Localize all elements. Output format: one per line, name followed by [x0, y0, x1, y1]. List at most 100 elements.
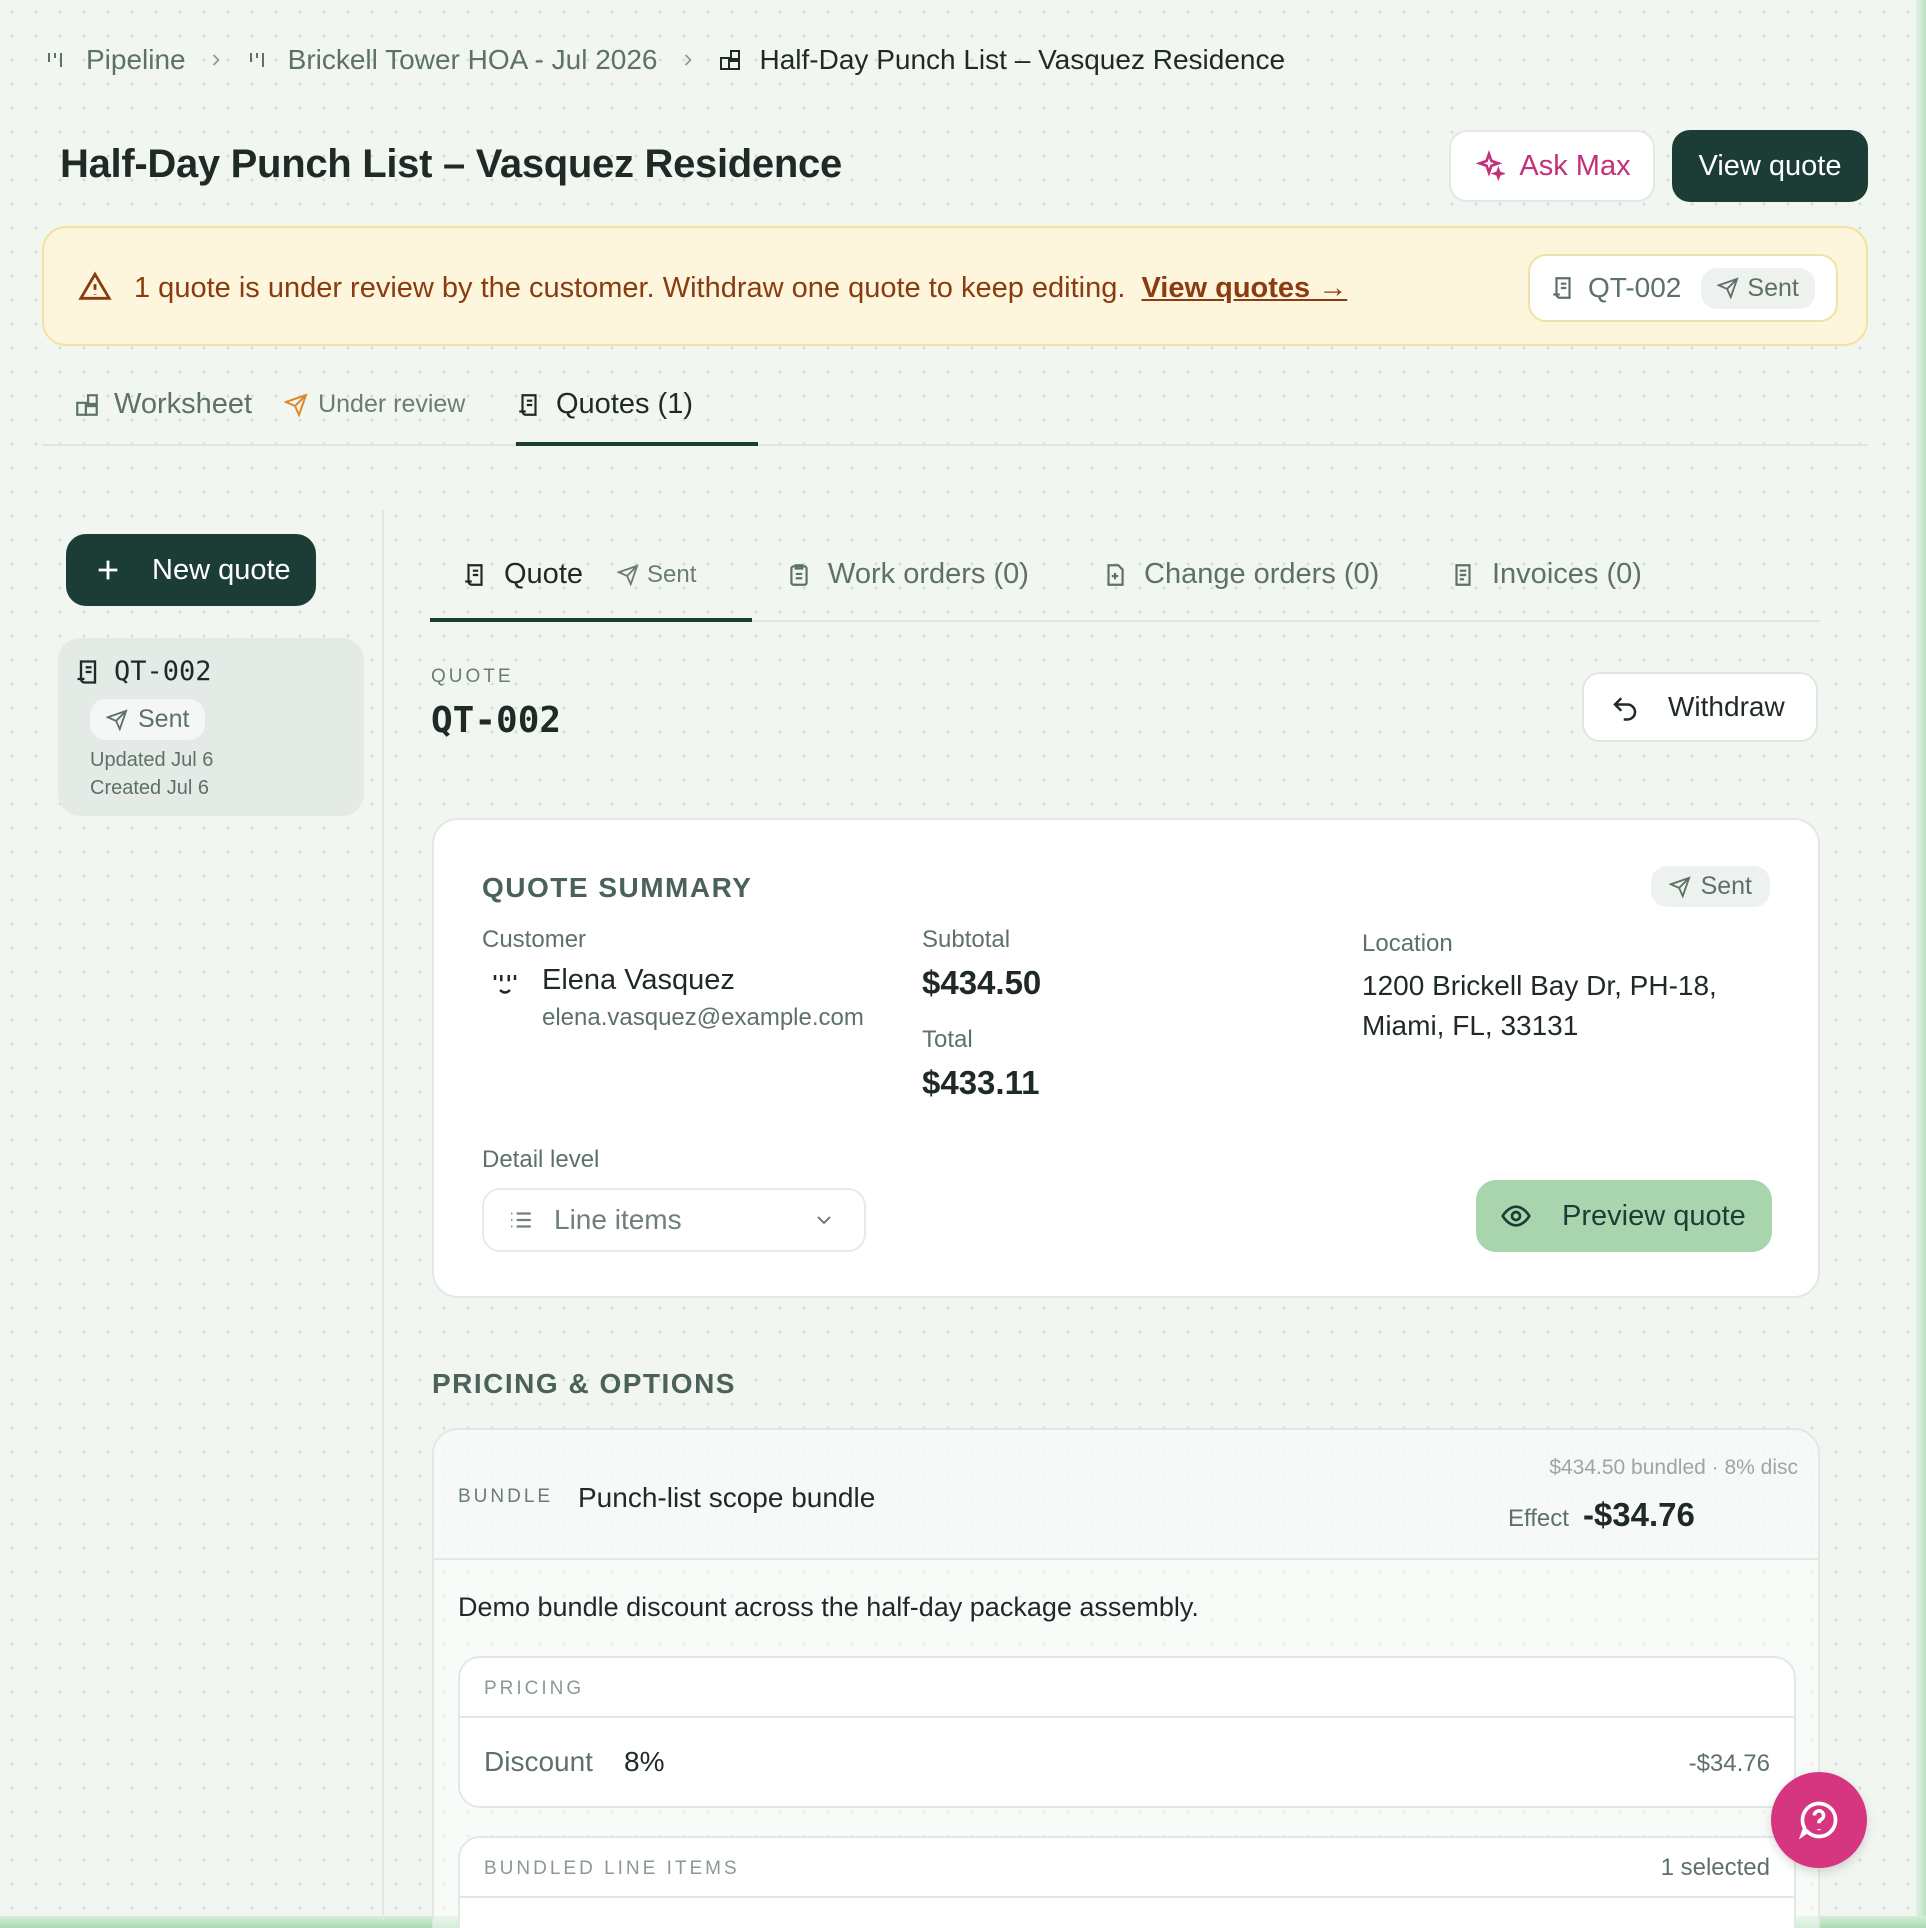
tab-quotes[interactable]: Quotes (1) — [516, 388, 693, 421]
tab-worksheet-label: Worksheet — [114, 388, 253, 420]
detail-level-select[interactable]: Line items — [482, 1188, 866, 1252]
customer-label: Customer — [482, 926, 587, 953]
layout-grid-icon — [76, 393, 98, 416]
banner-text: 1 quote is under review by the customer.… — [134, 272, 1126, 304]
breadcrumb-pipeline[interactable]: Pipeline — [44, 44, 186, 76]
tab-invoices-label: Invoices (0) — [1492, 558, 1642, 590]
new-quote-button[interactable]: New quote — [66, 534, 316, 606]
breadcrumb-label: Pipeline — [86, 44, 186, 75]
review-banner: 1 quote is under review by the customer.… — [42, 226, 1868, 346]
pricing-panel-header: PRICING — [460, 1658, 1794, 1718]
quote-card-updated: Updated Jul 6 — [90, 749, 214, 771]
send-icon — [284, 392, 308, 417]
clipboard-icon — [790, 563, 808, 586]
status-badge: Sent — [90, 699, 206, 740]
eye-icon — [1501, 1205, 1531, 1227]
status-label: Sent — [1700, 872, 1752, 900]
discount-label: Discount — [484, 1746, 593, 1777]
status-label: Sent — [138, 705, 190, 733]
new-quote-label: New quote — [152, 553, 291, 586]
status-label: Under review — [318, 390, 466, 418]
total-value: $433.11 — [922, 1064, 1040, 1101]
quote-eyebrow: QUOTE — [431, 666, 514, 687]
ask-max-button[interactable]: Ask Max — [1449, 130, 1655, 202]
status-badge: Sent — [617, 561, 696, 589]
customer-email: elena.vasquez@example.com — [542, 1004, 864, 1031]
banner-quote-pill[interactable]: QT-002 Sent — [1528, 254, 1838, 322]
customer-name: Elena Vasquez — [542, 964, 735, 996]
breadcrumb-current: Half-Day Punch List – Vasquez Residence — [718, 44, 1286, 76]
tab-quotes-label: Quotes (1) — [556, 388, 693, 420]
list-icon — [511, 1212, 531, 1228]
banner-quote-id: QT-002 — [1588, 272, 1682, 303]
bundle-meta: $434.50 bundled · 8% disc — [1549, 1456, 1798, 1479]
top-tabs: Worksheet Under review Quotes (1) — [42, 376, 1868, 446]
receipt-icon — [519, 393, 537, 416]
face-icon — [493, 975, 517, 994]
bundle-effect: Effect -$34.76 — [1508, 1496, 1695, 1534]
receipt-icon — [465, 563, 483, 586]
status-label: Sent — [1747, 273, 1799, 302]
breadcrumb: Pipeline Brickell Tower HOA - Jul 2026 H… — [44, 44, 1285, 76]
receipt-icon — [1553, 277, 1571, 299]
selected-count: 1 selected — [1660, 1854, 1770, 1881]
detail-level-value: Line items — [554, 1204, 682, 1235]
help-icon — [1798, 1801, 1838, 1840]
bundled-items-panel: BUNDLED LINE ITEMS 1 selected — [458, 1836, 1796, 1928]
bundle-name: Punch-list scope bundle — [578, 1482, 876, 1513]
warning-icon — [78, 271, 112, 300]
tab-worksheet[interactable]: Worksheet Under review — [74, 388, 465, 421]
bundle-description: Demo bundle discount across the half-day… — [458, 1592, 1199, 1622]
bundle-header[interactable]: BUNDLE Punch-list scope bundle $434.50 b… — [434, 1430, 1818, 1560]
breadcrumb-project[interactable]: Brickell Tower HOA - Jul 2026 — [246, 44, 658, 76]
subtotal-value: $434.50 — [922, 964, 1042, 1001]
tab-invoices[interactable]: Invoices (0) — [1450, 558, 1642, 591]
status-badge: Sent — [1701, 267, 1815, 309]
withdraw-label: Withdraw — [1668, 691, 1785, 722]
chevron-down-icon — [817, 1216, 831, 1225]
tab-change-orders[interactable]: Change orders (0) — [1102, 558, 1379, 591]
pricing-panel-title: PRICING — [484, 1678, 585, 1699]
tab-quote[interactable]: Quote Sent — [462, 558, 696, 591]
quote-number: QT-002 — [431, 700, 562, 741]
quote-sub-tabs: Quote Sent Work orders (0) Change orders… — [430, 540, 1820, 622]
banner-message: 1 quote is under review by the customer.… — [134, 272, 1347, 305]
preview-quote-button[interactable]: Preview quote — [1476, 1180, 1772, 1252]
pricing-heading: PRICING & OPTIONS — [432, 1368, 736, 1399]
tab-change-orders-label: Change orders (0) — [1144, 558, 1380, 590]
bar-chart-icon — [249, 53, 264, 67]
summary-heading: QUOTE SUMMARY — [482, 872, 753, 903]
help-button[interactable] — [1771, 1772, 1867, 1868]
withdraw-button[interactable]: Withdraw — [1582, 672, 1818, 742]
quote-list-item[interactable]: QT-002 Sent Updated Jul 6 Created Jul 6 — [58, 638, 364, 816]
location-line1: 1200 Brickell Bay Dr, PH-18, — [1362, 970, 1717, 1001]
quote-card-id: QT-002 — [74, 656, 348, 687]
tab-work-orders[interactable]: Work orders (0) — [786, 558, 1029, 591]
status-label: Sent — [647, 560, 697, 588]
quote-card-id-text: QT-002 — [114, 656, 212, 687]
bundle-eyebrow: BUNDLE — [458, 1486, 554, 1507]
effect-value: -$34.76 — [1582, 1496, 1695, 1533]
bundle-card: BUNDLE Punch-list scope bundle $434.50 b… — [432, 1428, 1820, 1928]
status-badge: Sent — [1650, 866, 1770, 907]
discount-value: 8% — [624, 1746, 665, 1777]
breadcrumb-label: Half-Day Punch List – Vasquez Residence — [759, 44, 1286, 75]
preview-quote-label: Preview quote — [1562, 1199, 1746, 1232]
file-plus-icon — [1107, 563, 1124, 586]
total-label: Total — [922, 1026, 973, 1053]
quote-card-created: Created Jul 6 — [90, 777, 209, 799]
send-icon — [106, 708, 128, 731]
bundled-items-title: BUNDLED LINE ITEMS — [484, 1858, 740, 1879]
view-quotes-link[interactable]: View quotes → — [1141, 272, 1347, 304]
breadcrumb-label: Brickell Tower HOA - Jul 2026 — [287, 44, 658, 75]
tab-quote-label: Quote — [504, 558, 583, 590]
column-divider — [382, 510, 384, 1920]
discount-row[interactable]: Discount 8% -$34.76 — [460, 1718, 1794, 1806]
quote-summary-card: QUOTE SUMMARY Sent Customer Elena Vasque… — [432, 818, 1820, 1298]
file-text-icon — [1455, 563, 1471, 586]
send-icon — [1717, 277, 1740, 299]
detail-level-label: Detail level — [482, 1146, 600, 1173]
discount-amount: -$34.76 — [1688, 1750, 1770, 1777]
receipt-icon — [77, 659, 97, 684]
view-quote-button[interactable]: View quote — [1672, 130, 1868, 202]
